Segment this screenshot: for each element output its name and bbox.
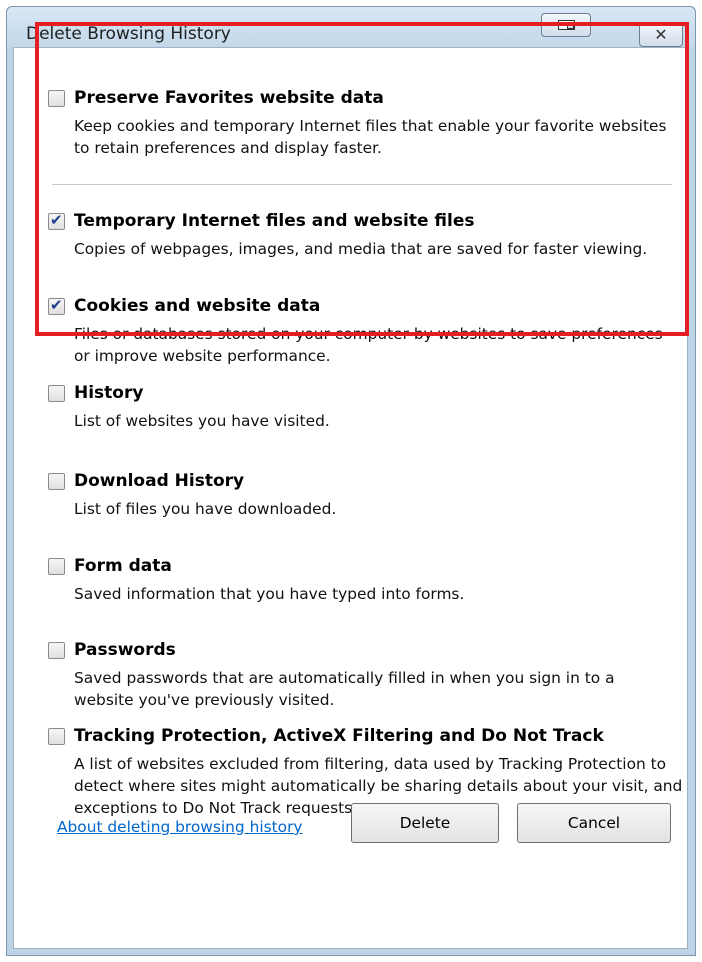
option-description: Copies of webpages, images, and media th…: [74, 240, 648, 258]
option-label: Cookies and website data: [74, 296, 321, 316]
checkmark-icon: ✔: [50, 296, 63, 314]
delete-browsing-history-dialog: Delete Browsing History ✕ Preserve Favor…: [6, 6, 696, 956]
option-label: Form data: [74, 556, 172, 576]
checkbox-passwords[interactable]: [48, 642, 65, 659]
option-label: Preserve Favorites website data: [74, 88, 384, 108]
dialog-body: Preserve Favorites website data Keep coo…: [13, 47, 688, 949]
option-description: Files or databases stored on your comput…: [74, 325, 663, 365]
dialog-title: Delete Browsing History: [26, 24, 231, 44]
checkbox-tracking-protection[interactable]: [48, 728, 65, 745]
restore-icon: [558, 20, 575, 30]
checkbox-history[interactable]: [48, 385, 65, 402]
option-label: Temporary Internet files and website fil…: [74, 211, 475, 231]
title-bar: Delete Browsing History ✕: [7, 7, 695, 47]
close-button[interactable]: ✕: [639, 23, 683, 47]
option-description: Keep cookies and temporary Internet file…: [74, 117, 667, 157]
option-label: Download History: [74, 471, 245, 491]
option-label: Tracking Protection, ActiveX Filtering a…: [74, 726, 604, 746]
option-description: Saved passwords that are automatically f…: [74, 669, 615, 709]
checkbox-temporary-internet-files[interactable]: ✔: [48, 211, 65, 230]
separator: [52, 184, 672, 185]
about-deleting-history-link[interactable]: About deleting browsing history: [57, 818, 303, 836]
option-label: Passwords: [74, 640, 176, 660]
checkbox-preserve-favorites[interactable]: [48, 90, 65, 107]
checkbox-cookies[interactable]: ✔: [48, 296, 65, 315]
option-description: List of files you have downloaded.: [74, 500, 337, 518]
checkbox-form-data[interactable]: [48, 558, 65, 575]
checkmark-icon: ✔: [50, 211, 63, 229]
cancel-button[interactable]: Cancel: [517, 803, 671, 843]
option-description: List of websites you have visited.: [74, 412, 330, 430]
option-description: Saved information that you have typed in…: [74, 585, 465, 603]
option-label: History: [74, 383, 144, 403]
checkbox-download-history[interactable]: [48, 473, 65, 490]
delete-button[interactable]: Delete: [351, 803, 499, 843]
restore-button[interactable]: [541, 13, 591, 37]
close-icon: ✕: [654, 25, 668, 44]
